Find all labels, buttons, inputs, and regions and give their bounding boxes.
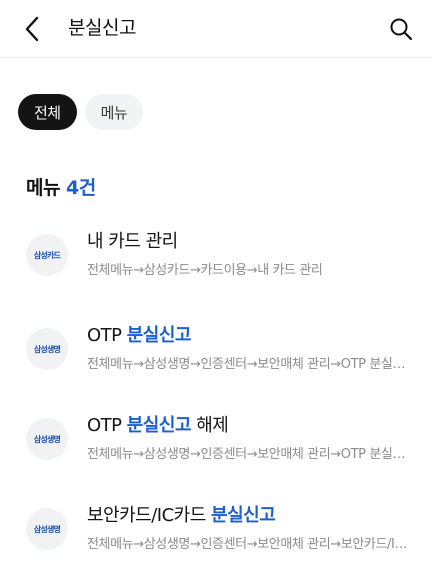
result-path: 전체메뉴→삼성카드→카드이용→내 카드 관리 [87,263,323,278]
result-title-highlight: 분실신고 [126,415,192,436]
result-title-highlight: 분실신고 [211,505,276,526]
result-path: 전체메뉴→삼성생명→인증센터→보안매체 관리→보안카드/IC카드 분실신고 [87,537,409,552]
back-button[interactable] [14,12,50,46]
result-path: 전체메뉴→삼성생명→인증센터→보안매체 관리→OTP 분실신고 해제 [87,447,409,462]
samsung-card-logo: 삼성카드 [26,234,68,276]
section-heading: 메뉴 4건 [26,174,96,202]
samsung-life-logo: 삼성생명 [26,328,68,370]
filter-tabs: 전체 메뉴 [18,94,144,130]
section-label: 메뉴 [26,177,60,199]
tab-menu[interactable]: 메뉴 [84,94,144,130]
result-title: 내 카드 관리 [87,230,178,254]
result-title-text: 보안카드/IC카드 [87,505,212,526]
result-title-suffix: 해제 [191,415,229,436]
page-title: 분실신고 [68,17,136,39]
result-title-text: OTP [87,415,127,436]
samsung-life-logo: 삼성생명 [26,508,68,550]
result-title: OTP 분실신고 해제 [87,414,229,438]
result-title-text: OTP [87,325,127,346]
result-item-card-management[interactable]: 삼성카드 내 카드 관리 전체메뉴→삼성카드→카드이용→내 카드 관리 [0,228,432,308]
back-chevron-icon [25,16,39,42]
search-button[interactable] [384,12,418,46]
app-header: 분실신고 [0,0,432,58]
result-title-text: 내 카드 관리 [87,231,178,252]
tab-all[interactable]: 전체 [18,94,77,130]
samsung-life-logo: 삼성생명 [26,418,68,460]
section-count: 4건 [65,177,96,199]
result-item-otp-report-release[interactable]: 삼성생명 OTP 분실신고 해제 전체메뉴→삼성생명→인증센터→보안매체 관리→… [0,412,432,492]
result-item-security-card-report[interactable]: 삼성생명 보안카드/IC카드 분실신고 전체메뉴→삼성생명→인증센터→보안매체 … [0,502,432,562]
result-item-otp-report[interactable]: 삼성생명 OTP 분실신고 전체메뉴→삼성생명→인증센터→보안매체 관리→OTP… [0,322,432,402]
result-title: 보안카드/IC카드 분실신고 [87,504,276,528]
result-title-highlight: 분실신고 [126,325,192,346]
result-title: OTP 분실신고 [87,324,192,348]
result-path: 전체메뉴→삼성생명→인증센터→보안매체 관리→OTP 분실신고 [87,357,409,372]
search-icon [390,18,413,41]
